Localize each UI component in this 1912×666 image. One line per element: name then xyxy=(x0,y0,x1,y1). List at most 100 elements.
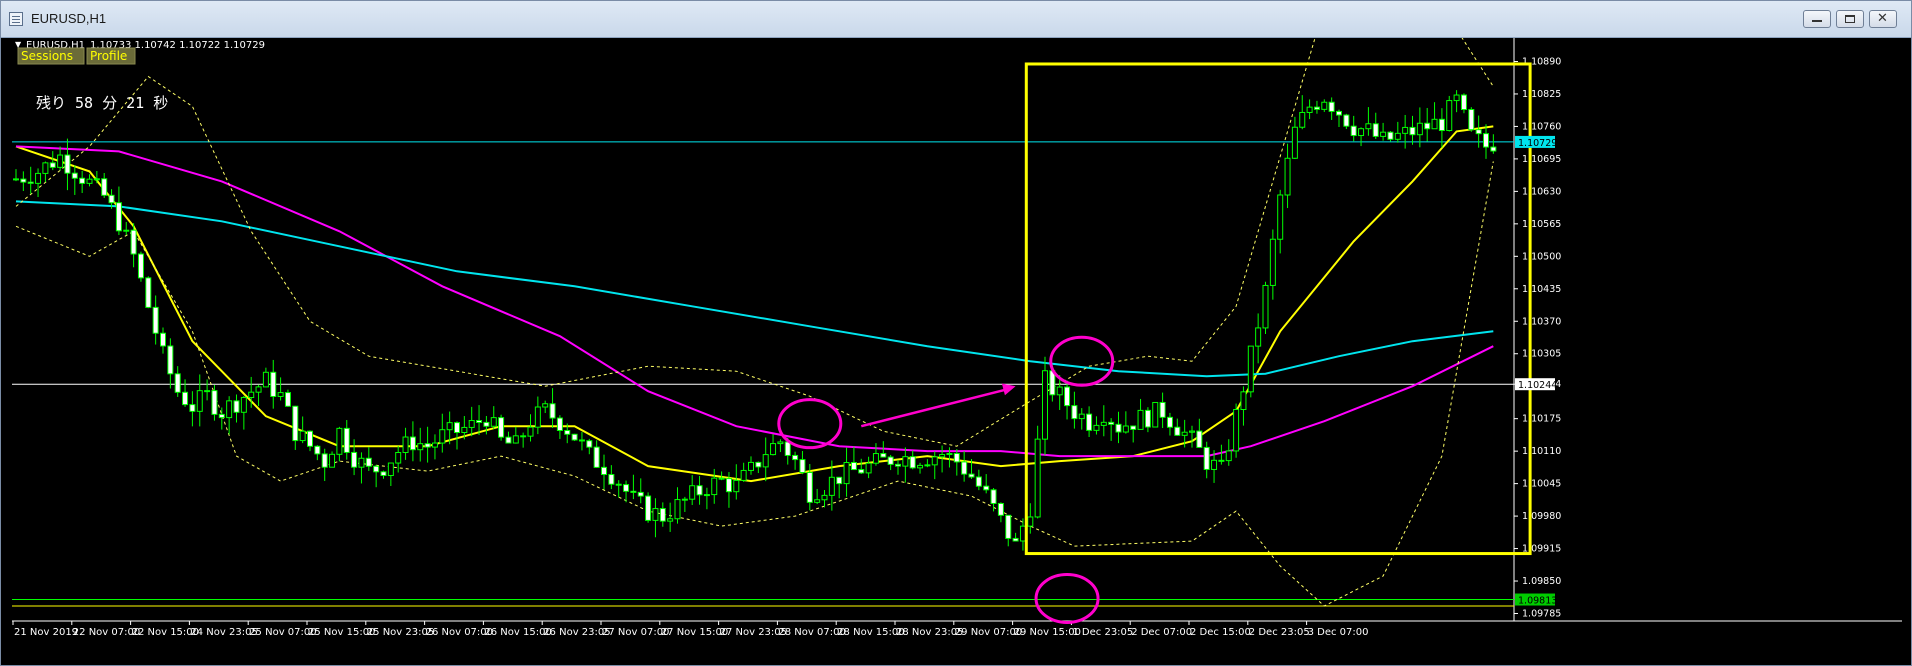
maximize-button[interactable] xyxy=(1836,10,1864,28)
minimize-button[interactable] xyxy=(1803,10,1831,28)
candle-body xyxy=(145,277,152,308)
candle-body xyxy=(1005,514,1012,539)
sessions-button[interactable]: Sessions xyxy=(17,47,85,65)
candle-body xyxy=(895,463,901,467)
candle-body xyxy=(1483,133,1489,148)
candle-body xyxy=(1343,114,1350,127)
candle-body xyxy=(549,403,556,419)
time-tick-label: 28 Nov 15:00 xyxy=(837,627,904,638)
candle-body xyxy=(218,413,225,419)
candle-body xyxy=(137,253,144,279)
candle-body xyxy=(814,499,821,503)
candle-body xyxy=(850,462,857,471)
chart-window: EURUSD,H1 ✕ ▼ EURUSD,H1 1.10733 1.10742 … xyxy=(0,0,1912,666)
candle-body xyxy=(711,477,718,496)
candle-body xyxy=(1056,386,1063,396)
candle-body xyxy=(1012,537,1019,542)
candle-body xyxy=(454,422,460,434)
candle-body xyxy=(255,386,262,393)
candle-body xyxy=(380,471,387,477)
candle-body xyxy=(872,453,879,464)
candle-body xyxy=(1475,129,1482,135)
candle-body xyxy=(696,485,703,496)
price-chart[interactable]: ▼ EURUSD,H1 1.10733 1.10742 1.10722 1.10… xyxy=(12,38,1902,658)
candle-body xyxy=(858,469,865,474)
profile-button[interactable]: Profile xyxy=(86,47,136,65)
candle-body xyxy=(1460,94,1467,111)
candle-body xyxy=(483,421,490,427)
candle-body xyxy=(1233,409,1240,452)
candle-body xyxy=(49,162,56,168)
price-tick-label: 1.09850 xyxy=(1522,576,1561,587)
candle-body xyxy=(1159,401,1166,418)
current-price-label: 1.10729 xyxy=(1518,138,1557,149)
candle-body xyxy=(108,194,115,204)
candle-body xyxy=(284,392,291,407)
time-tick-label: 2 Dec 07:00 xyxy=(1131,627,1192,638)
candle-body xyxy=(1380,131,1387,137)
price-tick-label: 1.10305 xyxy=(1522,349,1561,360)
candle-body xyxy=(703,494,710,497)
candle-body xyxy=(939,454,946,458)
candle-body xyxy=(130,229,137,255)
candle-body xyxy=(1350,125,1357,137)
candle-body xyxy=(527,426,534,437)
candle-body xyxy=(1240,391,1247,411)
candle-body xyxy=(571,433,578,441)
candle-body xyxy=(1277,194,1284,240)
candle-body xyxy=(990,489,997,504)
price-tick-label: 1.10565 xyxy=(1522,219,1561,230)
price-tick-label: 1.10695 xyxy=(1522,154,1561,165)
candle-body xyxy=(1372,123,1379,137)
candle-body xyxy=(1255,327,1262,347)
price-tick-label: 1.10890 xyxy=(1522,56,1561,67)
candle-body xyxy=(1093,424,1100,431)
candle-body xyxy=(975,476,982,487)
candle-body xyxy=(174,373,181,393)
candle-body xyxy=(262,371,269,388)
candle-body xyxy=(520,435,527,438)
price-tick-label: 1.10370 xyxy=(1522,316,1561,327)
candle-body xyxy=(387,462,394,477)
candle-body xyxy=(843,462,850,485)
candle-body xyxy=(196,390,203,412)
candle-body xyxy=(1027,516,1034,527)
candle-body xyxy=(498,417,505,438)
time-tick-label: 25 Nov 23:05 xyxy=(367,627,434,638)
candle-body xyxy=(601,466,607,476)
chart-area[interactable]: ▼ EURUSD,H1 1.10733 1.10742 1.10722 1.10… xyxy=(12,38,1902,658)
candle-body xyxy=(1211,459,1218,470)
candle-body xyxy=(1144,409,1151,428)
price-tick-label: 1.09785 xyxy=(1522,609,1561,620)
candle-body xyxy=(248,391,255,399)
candle-body xyxy=(321,453,328,468)
time-tick-label: 29 Nov 15:00 xyxy=(1014,627,1081,638)
candle-body xyxy=(983,485,990,491)
candle-body xyxy=(1166,416,1173,428)
price-tick-label: 1.10760 xyxy=(1522,121,1561,132)
candle-body xyxy=(211,390,218,415)
time-tick-label: 2 Dec 15:00 xyxy=(1190,627,1251,638)
candle-body xyxy=(799,459,806,474)
candle-body xyxy=(615,483,622,486)
candle-body xyxy=(1262,284,1269,329)
candle-body xyxy=(1394,132,1401,140)
candle-body xyxy=(1218,459,1225,462)
candle-body xyxy=(71,172,78,179)
candle-body xyxy=(755,461,762,468)
candle-body xyxy=(1071,405,1078,420)
price-tick-label: 1.10175 xyxy=(1522,414,1561,425)
candle-body xyxy=(1064,386,1071,407)
candle-body xyxy=(667,518,674,522)
time-tick-label: 28 Nov 23:05 xyxy=(896,627,963,638)
candle-body xyxy=(806,472,813,503)
price-tick-label: 1.10500 xyxy=(1522,251,1561,262)
close-button[interactable]: ✕ xyxy=(1869,10,1897,28)
title-bar[interactable]: EURUSD,H1 ✕ xyxy=(1,1,1911,38)
candle-body xyxy=(917,464,924,469)
time-tick-label: 25 Nov 15:00 xyxy=(308,627,375,638)
candle-body xyxy=(160,332,166,347)
candle-body xyxy=(1130,425,1137,430)
maximize-icon xyxy=(1845,15,1855,23)
candle-body xyxy=(902,456,909,467)
